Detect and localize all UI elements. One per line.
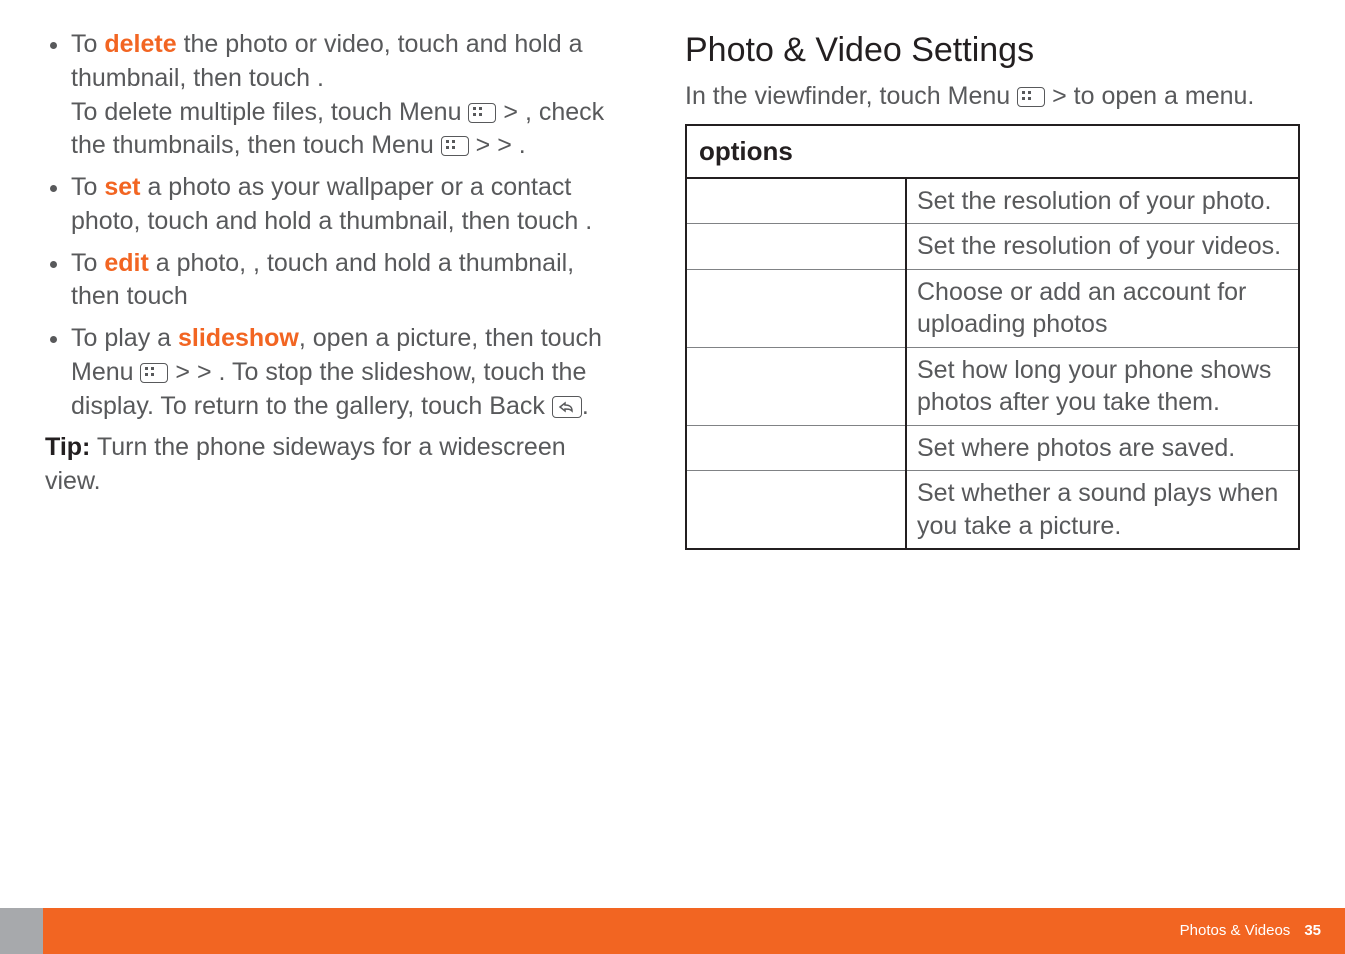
option-label [686, 425, 906, 471]
text: . [582, 392, 589, 420]
table-row: Set the resolution of your videos. [686, 224, 1299, 270]
text: to open a menu. [1074, 82, 1255, 110]
text: . [585, 207, 592, 235]
text: > [469, 131, 498, 159]
tip-label: Tip: [45, 433, 90, 461]
text: > [168, 358, 197, 386]
option-label [686, 347, 906, 425]
footer-page: 35 [1304, 922, 1321, 939]
instruction-list: To delete the photo or video, touch and … [45, 28, 625, 423]
keyword-slideshow: slideshow [178, 324, 299, 352]
table-row: Set the resolution of your photo. [686, 178, 1299, 224]
menu-icon [140, 363, 168, 383]
text: To [71, 30, 104, 58]
section-intro: In the viewfinder, touch Menu > to open … [685, 80, 1300, 114]
text: > [1045, 82, 1074, 110]
option-label [686, 178, 906, 224]
table-row: Set whether a sound plays when you take … [686, 471, 1299, 550]
text: . [317, 64, 324, 92]
keyword-edit: edit [104, 249, 148, 277]
option-desc: Set how long your phone shows photos aft… [906, 347, 1299, 425]
text: In the viewfinder, touch Menu [685, 82, 1017, 110]
footer-text: Photos & Videos 35 [1180, 922, 1321, 939]
list-item: To edit a photo, , touch and hold a thum… [71, 247, 625, 315]
menu-icon [441, 136, 469, 156]
option-label [686, 224, 906, 270]
option-desc: Set the resolution of your photo. [906, 178, 1299, 224]
text: To [71, 249, 104, 277]
text: . [519, 131, 526, 159]
list-item: To play a slideshow, open a picture, the… [71, 322, 625, 423]
keyword-delete: delete [104, 30, 176, 58]
option-desc: Set whether a sound plays when you take … [906, 471, 1299, 550]
text: a photo as your wallpaper or a contact p… [71, 173, 585, 235]
back-icon [552, 396, 582, 418]
tip-text: Turn the phone sideways for a widescreen… [45, 433, 566, 495]
table-row: Set where photos are saved. [686, 425, 1299, 471]
footer-section: Photos & Videos [1180, 922, 1291, 939]
option-desc: Choose or add an account for uploading p… [906, 269, 1299, 347]
text: To delete multiple files, touch Menu [71, 98, 468, 126]
menu-icon [1017, 87, 1045, 107]
footer-main: Photos & Videos 35 [43, 908, 1345, 954]
options-header: options [686, 125, 1299, 178]
option-label [686, 471, 906, 550]
table-row: Set how long your phone shows photos aft… [686, 347, 1299, 425]
keyword-set: set [104, 173, 140, 201]
list-item: To set a photo as your wallpaper or a co… [71, 171, 625, 239]
text: > [497, 131, 519, 159]
text: > [197, 358, 219, 386]
menu-icon [468, 103, 496, 123]
list-item: To delete the photo or video, touch and … [71, 28, 625, 163]
option-label [686, 269, 906, 347]
footer-bar: Photos & Videos 35 [0, 908, 1345, 954]
text: To play a [71, 324, 178, 352]
tip-paragraph: Tip: Turn the phone sideways for a wides… [45, 431, 625, 499]
section-title: Photo & Video Settings [685, 28, 1300, 74]
option-desc: Set the resolution of your videos. [906, 224, 1299, 270]
option-desc: Set where photos are saved. [906, 425, 1299, 471]
footer-accent [0, 908, 43, 954]
options-table: options Set the resolution of your photo… [685, 124, 1300, 551]
table-row: Choose or add an account for uploading p… [686, 269, 1299, 347]
text: > [496, 98, 525, 126]
text: To [71, 173, 104, 201]
